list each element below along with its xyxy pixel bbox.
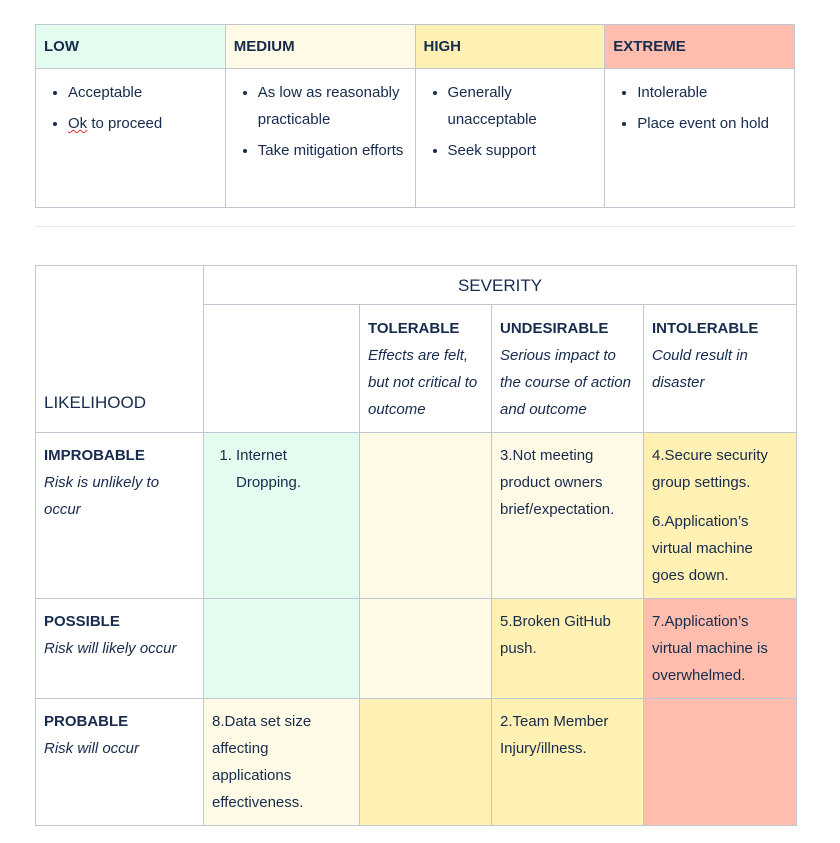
legend-cell-high: Generally unacceptable Seek support: [414, 68, 606, 208]
risk-github-push: 5.Broken GitHub push.: [500, 613, 611, 657]
extreme-item-intolerable: Intolerable: [637, 79, 784, 106]
risk-internet-dropping: Internet Dropping.: [236, 442, 351, 496]
legend-cell-extreme: Intolerable Place event on hold: [604, 68, 795, 208]
cell-probable-low: 8.Data set size affecting applications e…: [203, 698, 360, 826]
medium-list: As low as reasonably practicable Take mi…: [234, 79, 405, 164]
risk-data-set-size: 8.Data set size affecting applications e…: [212, 713, 312, 811]
likelihood-improbable: IMPROBABLE Risk is unlikely to occur: [35, 432, 204, 599]
probable-label: PROBABLE: [44, 713, 129, 730]
risk-list-1: Internet Dropping.: [212, 442, 351, 496]
risk-team-injury: 2.Team Member Injury/illness.: [500, 713, 609, 757]
legend-header-low: LOW: [35, 24, 226, 69]
low-item-acceptable: Acceptable: [68, 79, 215, 106]
legend-header-row: LOW MEDIUM HIGH EXTREME: [35, 24, 795, 69]
legend-body-row: Acceptable Ok to proceed As low as reaso…: [35, 68, 795, 208]
ok-word: Ok: [68, 115, 88, 132]
risk-security-group: 4.Secure security group settings.: [652, 447, 768, 491]
risk-matrix-table: LIKELIHOOD SEVERITY TOLERABLE Effects ar…: [35, 265, 798, 826]
high-list: Generally unacceptable Seek support: [424, 79, 595, 164]
legend-header-high: HIGH: [414, 24, 606, 69]
extreme-list: Intolerable Place event on hold: [613, 79, 784, 137]
legend-cell-medium: As low as reasonably practicable Take mi…: [224, 68, 416, 208]
improbable-desc: Risk is unlikely to occur: [44, 474, 160, 518]
undesirable-label: UNDESIRABLE: [500, 320, 609, 337]
severity-col-tolerable: TOLERABLE Effects are felt, but not crit…: [359, 304, 492, 433]
legend-header-extreme: EXTREME: [604, 24, 795, 69]
cell-probable-intolerable: [642, 698, 798, 826]
possible-label: POSSIBLE: [44, 613, 120, 630]
high-item-unacceptable: Generally unacceptable: [448, 79, 595, 133]
legend-cell-low: Acceptable Ok to proceed: [35, 68, 226, 208]
cell-improbable-tolerable: [359, 432, 492, 599]
severity-title: SEVERITY: [202, 265, 798, 305]
medium-item-alarp: As low as reasonably practicable: [258, 79, 405, 133]
section-divider: [35, 226, 795, 227]
risk-product-owner-brief: 3.Not meeting product owners brief/expec…: [500, 447, 615, 518]
legend-header-medium: MEDIUM: [224, 24, 416, 69]
probable-desc: Risk will occur: [44, 740, 140, 757]
severity-col-empty: [203, 304, 360, 433]
risk-vm-overwhelmed: 7.Application’s virtual machine is overw…: [652, 613, 768, 684]
extreme-item-hold: Place event on hold: [637, 110, 784, 137]
cell-probable-undesirable: 2.Team Member Injury/illness.: [491, 698, 644, 826]
likelihood-title: LIKELIHOOD: [35, 265, 204, 433]
cell-possible-tolerable: [359, 598, 492, 699]
severity-col-intolerable: INTOLERABLE Could result in disaster: [642, 304, 798, 433]
severity-title-row: LIKELIHOOD SEVERITY: [35, 265, 798, 433]
risk-vm-down: 6.Application’s virtual machine goes dow…: [652, 513, 753, 584]
row-improbable: IMPROBABLE Risk is unlikely to occur Int…: [35, 432, 798, 599]
risk-level-legend-table: LOW MEDIUM HIGH EXTREME Acceptable Ok to…: [35, 24, 795, 208]
row-possible: POSSIBLE Risk will likely occur 5.Broken…: [35, 598, 798, 699]
severity-col-undesirable: UNDESIRABLE Serious impact to the course…: [491, 304, 644, 433]
cell-improbable-undesirable: 3.Not meeting product owners brief/expec…: [491, 432, 644, 599]
intolerable-label: INTOLERABLE: [652, 320, 759, 337]
likelihood-possible: POSSIBLE Risk will likely occur: [35, 598, 204, 699]
possible-desc: Risk will likely occur: [44, 640, 177, 657]
low-item-proceed: Ok to proceed: [68, 110, 215, 137]
improbable-label: IMPROBABLE: [44, 447, 145, 464]
cell-probable-tolerable: [359, 698, 492, 826]
cell-possible-undesirable: 5.Broken GitHub push.: [491, 598, 644, 699]
undesirable-desc: Serious impact to the course of action a…: [500, 347, 631, 418]
likelihood-probable: PROBABLE Risk will occur: [35, 698, 204, 826]
cell-possible-intolerable: 7.Application’s virtual machine is overw…: [642, 598, 798, 699]
low-list: Acceptable Ok to proceed: [44, 79, 215, 137]
high-item-support: Seek support: [448, 137, 595, 164]
intolerable-desc: Could result in disaster: [652, 347, 748, 391]
tolerable-label: TOLERABLE: [368, 320, 460, 337]
tolerable-desc: Effects are felt, but not critical to ou…: [368, 347, 478, 418]
cell-possible-low: [203, 598, 360, 699]
row-probable: PROBABLE Risk will occur 8.Data set size…: [35, 698, 798, 826]
cell-improbable-intolerable: 4.Secure security group settings. 6.Appl…: [642, 432, 798, 599]
to-proceed-text: to proceed: [91, 115, 163, 132]
cell-improbable-low: Internet Dropping.: [203, 432, 360, 599]
medium-item-mitigation: Take mitigation efforts: [258, 137, 405, 164]
